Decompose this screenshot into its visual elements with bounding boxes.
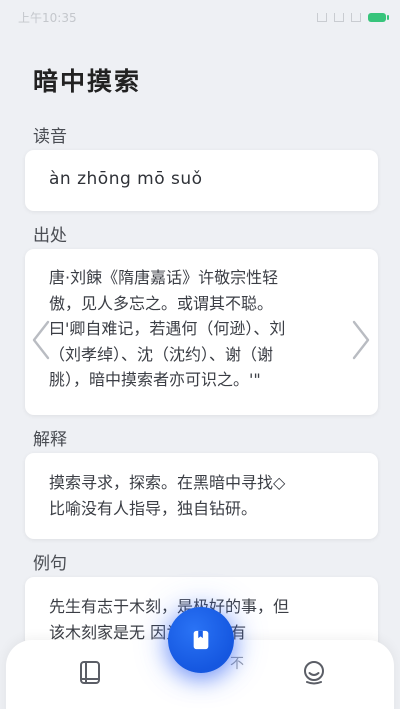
status-time: 上午10:35 [18, 10, 77, 25]
chevron-right-icon [351, 319, 371, 361]
source-line: 傲，见人多忘之。或谓其不聪。 [49, 293, 274, 313]
source-line: 唐·刘餗《隋唐嘉话》许敬宗性轻 [49, 268, 279, 287]
tab-profile[interactable] [300, 658, 328, 686]
source-line: （刘孝绰）、沈（沈约）、谢（谢 [49, 344, 274, 364]
example-label: 例句 [33, 554, 67, 574]
explanation-card: 摸索寻求，探索。在黑暗中寻找◇ 比喻没有人指导，独自钻研。 [25, 453, 378, 539]
bookmark-icon [193, 630, 209, 650]
chevron-left-icon [31, 319, 51, 361]
status-icons [317, 12, 389, 22]
tab-collection-button[interactable] [168, 607, 234, 673]
alarm-icon [351, 12, 361, 22]
explanation-line: 摸索寻求，探索。在黑暗中寻找◇ [49, 473, 286, 492]
source-line: 朓），暗中摸索者亦可识之。'" [49, 370, 261, 389]
explanation-line: 比喻没有人指导，独自钻研。 [49, 498, 258, 518]
reading-label: 读音 [33, 127, 67, 147]
prev-button[interactable] [28, 318, 54, 362]
wifi-icon [334, 12, 344, 22]
page-title: 暗中摸索 [33, 67, 142, 96]
profile-icon [304, 661, 324, 685]
source-line: 曰'卿自难记，若遇何（何逊）、刘 [49, 319, 286, 338]
battery-icon [368, 12, 389, 22]
source-card: 唐·刘餗《隋唐嘉话》许敬宗性轻 傲，见人多忘之。或谓其不聪。 曰'卿自难记，若遇… [25, 249, 378, 415]
book-icon [80, 661, 100, 684]
pinyin-text: àn zhōng mō suǒ [49, 169, 203, 189]
source-label: 出处 [33, 226, 67, 246]
app-screen: 上午10:35 暗中摸索 读音 àn zhōng mō suǒ 出处 唐·刘餗《… [0, 0, 400, 709]
signal-icon [317, 12, 327, 22]
obscured-text: 不 [230, 656, 244, 672]
status-bar: 上午10:35 [0, 0, 400, 34]
explanation-label: 解释 [33, 430, 67, 450]
reading-card: àn zhōng mō suǒ [25, 150, 378, 211]
tab-dictionary[interactable] [76, 658, 104, 686]
next-button[interactable] [348, 318, 374, 362]
